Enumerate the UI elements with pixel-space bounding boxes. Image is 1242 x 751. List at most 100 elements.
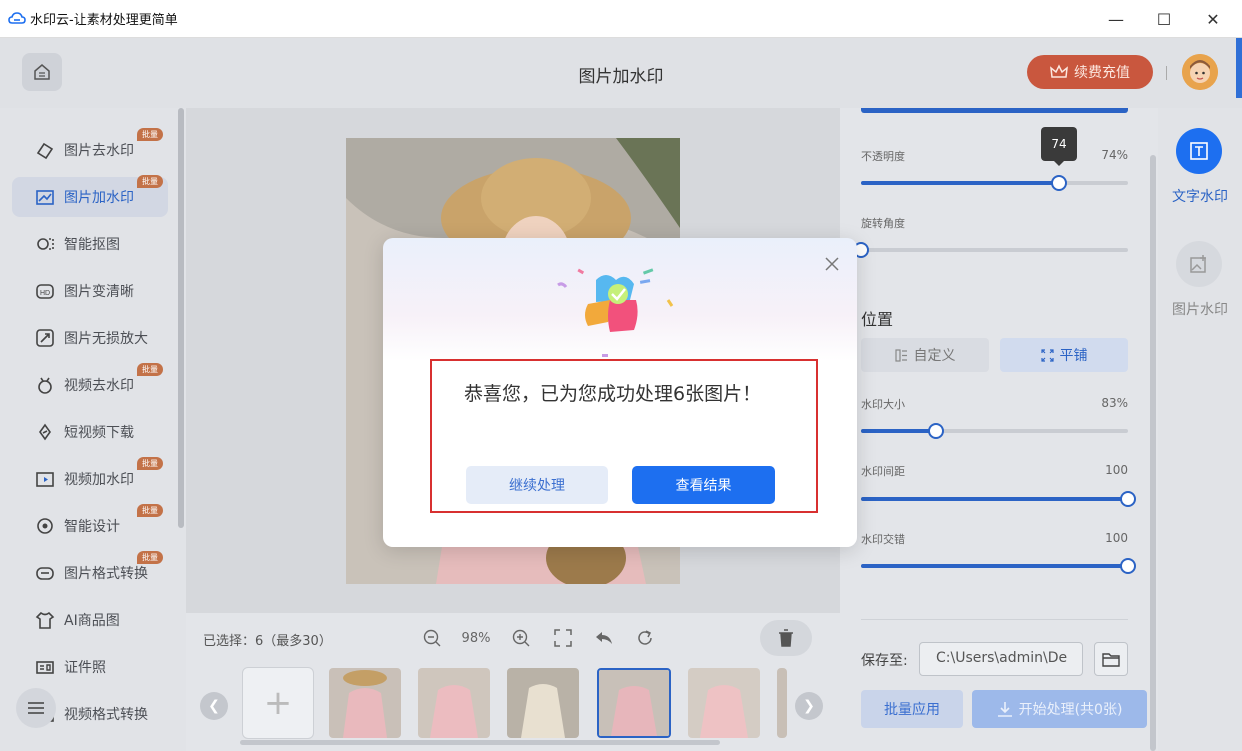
settings-scrollbar[interactable]	[1150, 155, 1156, 751]
zoom-in-button[interactable]	[510, 626, 532, 650]
thumbnail-selected[interactable]	[597, 668, 671, 738]
thumbnail-partial[interactable]	[777, 668, 787, 738]
blue-edge-accent	[1236, 38, 1242, 98]
thumbnail[interactable]	[418, 668, 490, 738]
view-results-button[interactable]: 查看结果	[632, 466, 775, 504]
start-process-button[interactable]: 开始处理(共0张)	[972, 690, 1147, 728]
sidebar-item-label: 图片去水印	[64, 143, 134, 159]
menu-button[interactable]	[16, 688, 56, 728]
thumbs-prev-button[interactable]: ❮	[200, 692, 228, 720]
opacity-slider-knob[interactable]	[1050, 175, 1067, 191]
sidebar-item[interactable]: 视频去水印 批量	[12, 363, 168, 405]
sidebar-item[interactable]: AI商品图	[12, 600, 168, 640]
opacity-slider-fill	[861, 181, 1059, 185]
sidebar-item[interactable]: 视频加水印 批量	[12, 457, 168, 499]
sidebar-item[interactable]: 图片加水印 批量	[12, 175, 168, 217]
thumbnail[interactable]	[688, 668, 760, 738]
delete-button[interactable]	[760, 620, 812, 656]
stagger-slider[interactable]	[861, 558, 1136, 574]
sidebar-scrollbar[interactable]	[178, 108, 184, 528]
thumbnail[interactable]	[329, 668, 401, 738]
vip-recharge-button[interactable]: 续费充值	[1027, 55, 1153, 89]
opacity-slider[interactable]	[861, 175, 1128, 191]
dialog-close-button[interactable]	[822, 254, 842, 274]
maximize-button[interactable]: ☐	[1140, 0, 1188, 38]
close-window-button[interactable]: ✕	[1189, 0, 1237, 38]
thumbs-scrollbar[interactable]	[240, 740, 720, 745]
text-watermark-button[interactable]	[1176, 128, 1222, 174]
sidebar-item[interactable]: 图片去水印 批量	[12, 128, 168, 170]
sidebar-item-label: 图片格式转换	[64, 566, 148, 582]
minimize-button[interactable]: —	[1092, 0, 1140, 38]
image-add-icon	[1190, 255, 1206, 273]
sidebar-item[interactable]: HD 图片变清晰	[12, 271, 168, 311]
sidebar-item-label: 短视频下载	[64, 425, 134, 441]
sidebar-item[interactable]: 智能抠图	[12, 224, 168, 264]
size-slider-knob[interactable]	[927, 423, 944, 439]
sidebar-item-label: 图片变清晰	[64, 284, 134, 300]
spacing-slider-knob[interactable]	[1120, 491, 1136, 507]
sidebar-item[interactable]: 证件照	[12, 647, 168, 687]
undo-button[interactable]	[593, 626, 615, 650]
fit-screen-button[interactable]	[552, 626, 574, 650]
zoom-level: 98%	[461, 630, 491, 646]
sidebar-item-label: 视频格式转换	[64, 707, 148, 723]
id-photo-icon	[34, 656, 56, 678]
rotation-slider[interactable]	[853, 242, 1128, 258]
sidebar-item-label: 图片加水印	[64, 190, 134, 206]
thumbnail[interactable]	[507, 668, 579, 738]
stagger-slider-knob[interactable]	[1120, 558, 1136, 574]
spacing-slider[interactable]	[861, 491, 1136, 507]
sidebar-item[interactable]: 智能设计 批量	[12, 504, 168, 546]
custom-position-button[interactable]: 自定义	[861, 338, 989, 372]
size-slider[interactable]	[861, 423, 1128, 439]
opacity-label: 不透明度	[861, 150, 905, 163]
image-watermark-label[interactable]: 图片水印	[1158, 299, 1242, 319]
image-watermark-button[interactable]	[1176, 241, 1222, 287]
divider	[861, 619, 1128, 620]
sidebar-item-label: 证件照	[64, 660, 106, 676]
save-to-label: 保存至:	[861, 653, 908, 669]
tile-position-button[interactable]: 平铺	[1000, 338, 1128, 372]
thumbnail-image	[777, 668, 787, 738]
tooltip-arrow	[1053, 160, 1065, 166]
stagger-slider-fill	[861, 564, 1128, 568]
avatar-face-icon	[1182, 54, 1218, 90]
title-bar: 水印云-让素材处理更简单 — ☐ ✕	[0, 0, 1242, 38]
cloud-logo-icon	[8, 11, 26, 24]
stagger-label: 水印交错	[861, 533, 905, 546]
download-arrow-icon	[997, 702, 1012, 717]
sidebar-item[interactable]: 短视频下载	[12, 412, 168, 452]
thumbnail-image	[329, 668, 401, 738]
enlarge-icon	[34, 327, 56, 349]
avatar[interactable]	[1182, 54, 1218, 90]
thumbnail-image	[688, 668, 760, 738]
undo-icon	[596, 632, 612, 644]
browse-folder-button[interactable]	[1094, 642, 1128, 676]
sidebar-item[interactable]: 图片格式转换 批量	[12, 551, 168, 593]
thumbs-next-button[interactable]: ❯	[795, 692, 823, 720]
sidebar-item-label: 视频去水印	[64, 378, 134, 394]
header-divider	[1166, 66, 1167, 80]
tile-button-label: 平铺	[1059, 348, 1088, 364]
sidebar-item[interactable]: 图片无损放大	[12, 318, 168, 358]
text-watermark-label[interactable]: 文字水印	[1158, 186, 1242, 206]
hd-icon: HD	[34, 280, 56, 302]
continue-button[interactable]: 继续处理	[466, 466, 608, 504]
save-path-field[interactable]: C:\Users\admin\De	[919, 642, 1083, 676]
minimize-icon: —	[1108, 9, 1124, 29]
menu-icon	[28, 702, 44, 714]
batch-badge: 批量	[137, 175, 163, 188]
tile-icon	[1040, 348, 1054, 362]
refresh-icon	[638, 630, 652, 645]
trash-icon	[779, 629, 793, 647]
thumbnail-image	[599, 670, 669, 736]
zoom-out-button[interactable]	[421, 626, 443, 650]
reset-button[interactable]	[634, 626, 656, 650]
shirt-icon	[34, 609, 56, 631]
add-image-button[interactable]: +	[242, 667, 314, 739]
batch-apply-button[interactable]: 批量应用	[861, 690, 963, 728]
custom-button-label: 自定义	[913, 348, 956, 364]
batch-badge: 批量	[137, 551, 163, 564]
sidebar-item-label: 智能设计	[64, 519, 120, 535]
